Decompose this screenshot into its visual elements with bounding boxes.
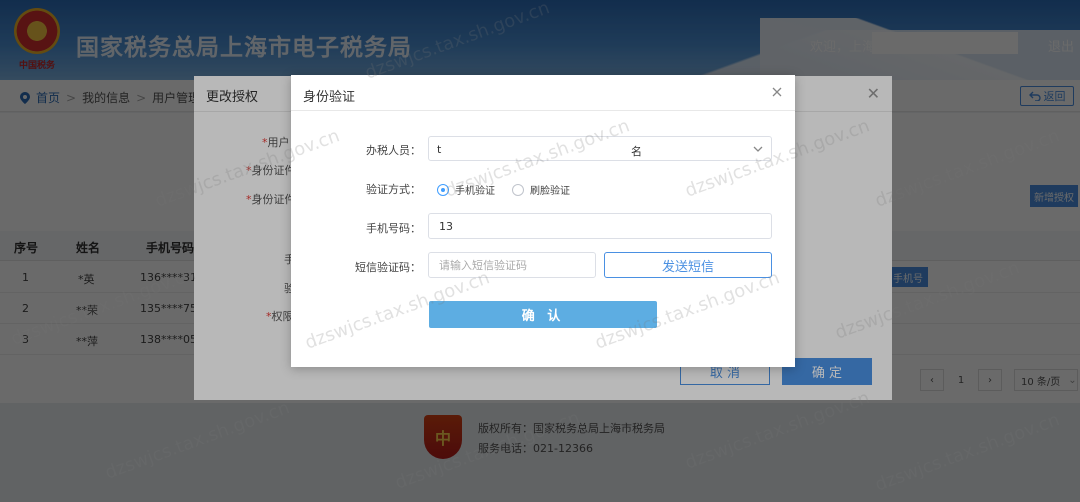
radio-checked-icon [437, 183, 449, 196]
dialog-header: 身份验证 [291, 75, 795, 111]
radio-face-verify[interactable]: 刷脸验证 [512, 182, 570, 197]
dialog-title: 身份验证 [303, 90, 356, 105]
sms-code-label: 短信验证码： [355, 261, 421, 274]
method-label: 验证方式： [366, 183, 421, 196]
taxpayer-value-end: 名 [631, 145, 642, 158]
close-icon[interactable] [770, 85, 784, 99]
radio-unchecked-icon [512, 183, 524, 196]
taxpayer-select[interactable]: t 名 [428, 136, 772, 161]
radio-sms-label: 手机验证 [455, 186, 495, 197]
taxpayer-label: 办税人员： [366, 144, 421, 157]
chevron-down-icon [753, 146, 763, 152]
taxpayer-value-start: t [437, 143, 442, 156]
phone-label: 手机号码： [366, 222, 421, 235]
identity-verification-dialog: 身份验证 办税人员： t 名 验证方式： 手机验证 刷脸验证 手机号码： 13 … [291, 75, 795, 367]
send-sms-button[interactable]: 发送短信 [604, 252, 772, 278]
confirm-button[interactable]: 确 认 [429, 301, 657, 328]
phone-input[interactable]: 13 [428, 213, 772, 239]
radio-sms-verify[interactable]: 手机验证 [437, 182, 495, 197]
sms-code-input[interactable]: 请输入短信验证码 [428, 252, 596, 278]
radio-face-label: 刷脸验证 [530, 186, 570, 197]
